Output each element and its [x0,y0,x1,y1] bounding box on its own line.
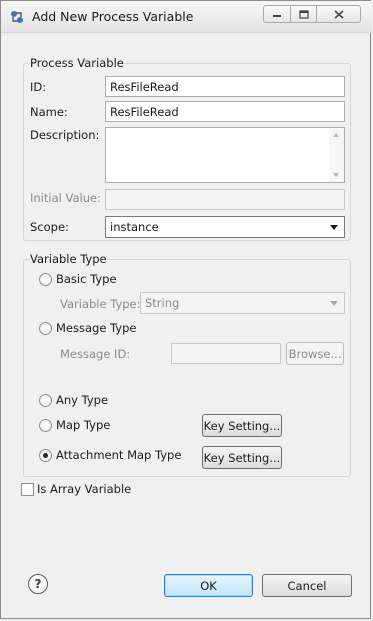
window-title: Add New Process Variable [32,9,194,24]
is-array-checkbox[interactable] [21,483,34,496]
attachment-map-type-radio[interactable] [39,449,52,462]
any-type-radio[interactable] [39,394,52,407]
name-field[interactable] [105,101,345,122]
title-bar[interactable]: Add New Process Variable [1,1,372,33]
scroll-down-icon[interactable] [333,173,339,177]
message-id-label: Message ID: [60,347,131,361]
initial-value-label: Initial Value: [30,191,101,205]
scope-label: Scope: [30,220,69,234]
message-id-field [171,343,281,364]
maximize-icon [298,9,309,19]
basic-type-radio[interactable] [39,273,52,286]
message-type-radio[interactable] [39,322,52,335]
variable-type-group-title: Variable Type [30,252,107,266]
ok-button[interactable]: OK [164,574,253,597]
description-scrollbar[interactable] [329,128,344,182]
scope-dropdown[interactable]: instance [105,216,345,238]
variable-type-value: String [145,296,180,310]
process-variable-group-title: Process Variable [30,56,124,70]
process-variable-app-icon [11,11,23,23]
close-icon [333,9,344,19]
map-type-radio[interactable] [39,419,52,432]
message-type-label[interactable]: Message Type [56,321,136,335]
attachment-map-type-label[interactable]: Attachment Map Type [56,448,181,462]
variable-type-label: Variable Type: [60,297,141,311]
map-key-setting-button[interactable]: Key Setting... [202,414,282,437]
attachment-key-setting-button[interactable]: Key Setting... [202,446,282,469]
map-type-label[interactable]: Map Type [56,418,110,432]
dropdown-arrow-icon [330,224,338,230]
name-label: Name: [30,105,68,119]
basic-type-label[interactable]: Basic Type [56,272,117,286]
maximize-button[interactable] [290,5,317,23]
any-type-label[interactable]: Any Type [56,393,108,407]
minimize-button[interactable] [263,5,291,23]
initial-value-field [105,189,345,210]
help-icon[interactable]: ? [28,574,48,594]
description-area-wrapper [105,127,345,183]
id-field[interactable] [105,76,345,97]
minimize-icon [273,15,281,17]
description-field[interactable] [105,127,345,183]
scroll-up-icon[interactable] [333,133,339,137]
scope-value: instance [110,220,159,234]
is-array-label[interactable]: Is Array Variable [37,482,131,496]
close-button[interactable] [316,5,361,23]
dropdown-arrow-icon [330,300,338,306]
description-label: Description: [30,128,100,142]
cancel-button[interactable]: Cancel [262,574,352,597]
id-label: ID: [30,80,47,94]
browse-button: Browse... [286,342,344,365]
dialog-window: Add New Process Variable Process Variabl… [0,0,372,619]
variable-type-dropdown: String [140,292,345,314]
